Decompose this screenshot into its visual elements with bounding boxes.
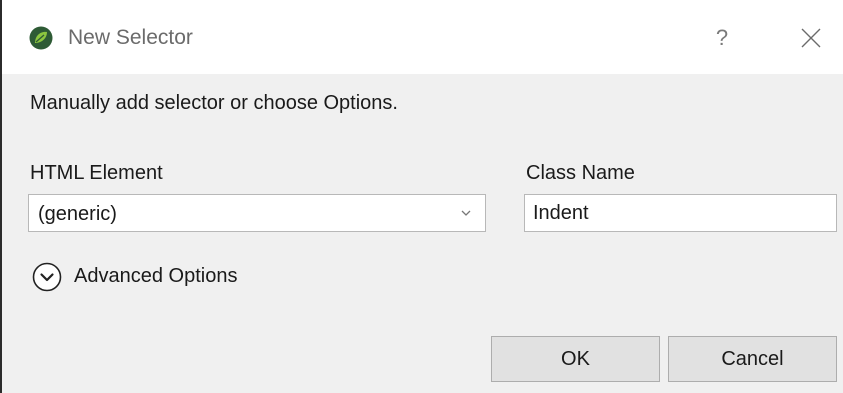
advanced-options-label: Advanced Options: [74, 265, 238, 287]
html-element-selected-value: (generic): [38, 203, 117, 225]
close-icon: [801, 28, 821, 48]
app-leaf-icon: [29, 26, 53, 50]
html-element-select[interactable]: (generic): [28, 194, 486, 232]
chevron-down-circle-icon: [32, 262, 62, 292]
window-title: New Selector: [68, 26, 193, 49]
help-button[interactable]: ?: [702, 18, 742, 58]
ok-button[interactable]: OK: [491, 336, 660, 382]
title-bar: New Selector ?: [2, 0, 843, 74]
class-name-label: Class Name: [526, 162, 635, 184]
html-element-label: HTML Element: [30, 162, 163, 184]
new-selector-dialog: New Selector ? Manually add selector or …: [0, 0, 843, 393]
cancel-button[interactable]: Cancel: [668, 336, 837, 382]
close-button[interactable]: [789, 18, 833, 58]
instruction-text: Manually add selector or choose Options.: [30, 92, 398, 114]
chevron-down-icon: [461, 210, 471, 216]
class-name-input[interactable]: [524, 194, 837, 232]
